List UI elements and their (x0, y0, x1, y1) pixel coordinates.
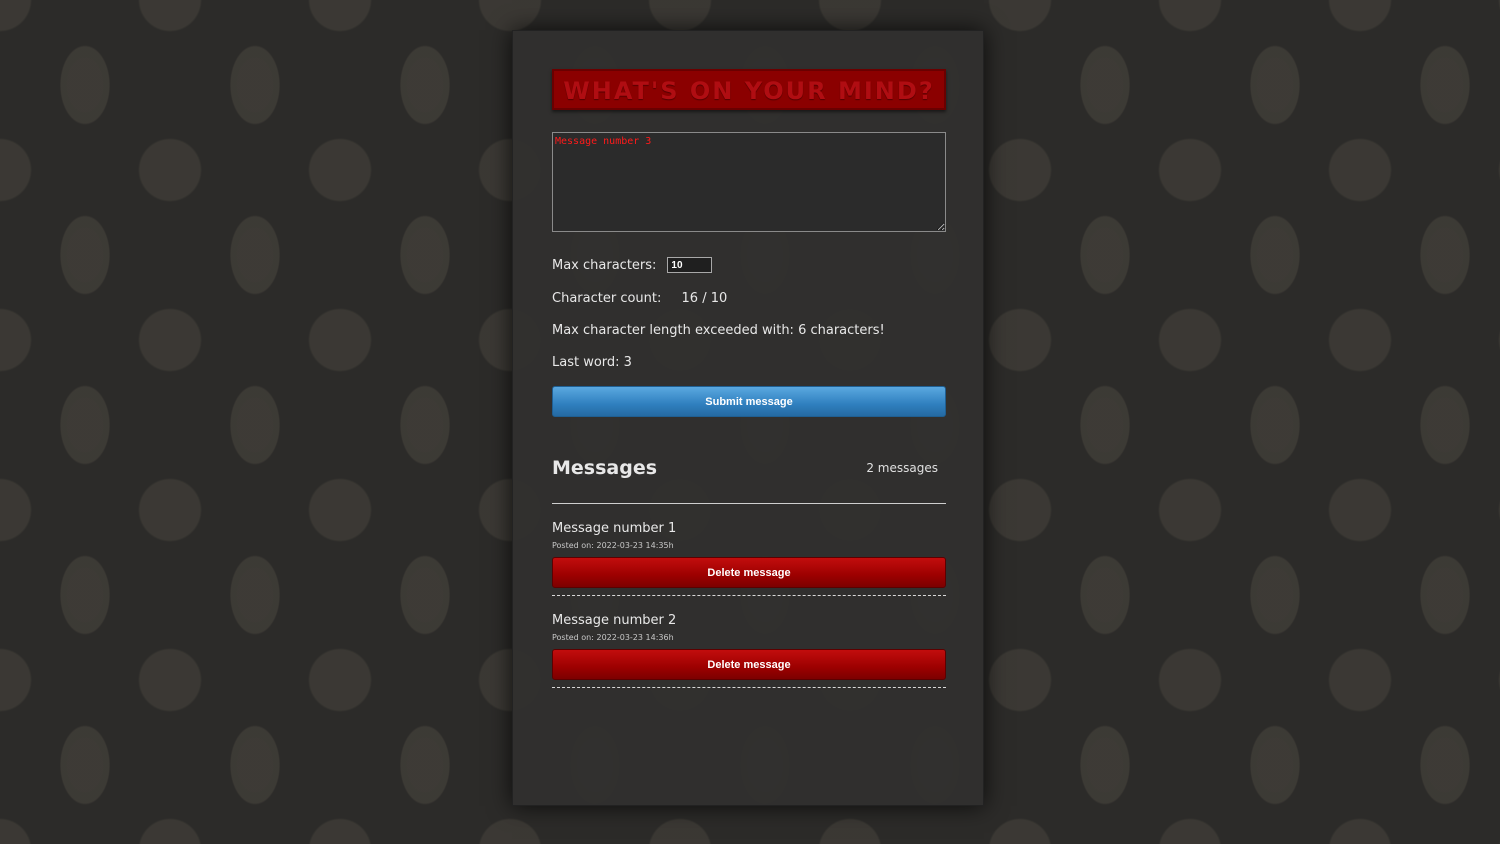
delete-message-button[interactable]: Delete message (552, 557, 946, 588)
exceeded-warning: Max character length exceeded with: 6 ch… (552, 323, 885, 338)
list-item: Message number 1 Posted on: 2022-03-23 1… (552, 504, 946, 596)
last-word-text: Last word: 3 (552, 355, 632, 370)
message-textarea[interactable]: Message number 3 (552, 132, 946, 232)
message-posted-date: Posted on: 2022-03-23 14:35h (552, 541, 674, 550)
max-characters-label: Max characters: (552, 257, 657, 273)
max-characters-input[interactable] (667, 257, 713, 273)
message-text: Message number 1 (552, 521, 677, 536)
messages-count: 2 messages (866, 461, 938, 475)
message-text: Message number 2 (552, 613, 677, 628)
message-board-panel: WHAT'S ON YOUR MIND? Message number 3 Ma… (512, 30, 984, 806)
message-posted-date: Posted on: 2022-03-23 14:36h (552, 633, 674, 642)
character-count-value: 16 / 10 (681, 291, 728, 306)
page-title: WHAT'S ON YOUR MIND? (552, 69, 946, 110)
delete-message-button[interactable]: Delete message (552, 649, 946, 680)
panel-content: WHAT'S ON YOUR MIND? Message number 3 Ma… (552, 69, 946, 688)
character-count-row: Character count: 16 / 10 (552, 291, 946, 307)
list-item: Message number 2 Posted on: 2022-03-23 1… (552, 596, 946, 688)
message-divider (552, 687, 946, 688)
submit-message-button[interactable]: Submit message (552, 386, 946, 417)
messages-header: Messages 2 messages (552, 455, 946, 481)
character-count-label: Character count: (552, 291, 662, 306)
messages-title: Messages (552, 457, 658, 479)
max-characters-row: Max characters: (552, 257, 946, 273)
